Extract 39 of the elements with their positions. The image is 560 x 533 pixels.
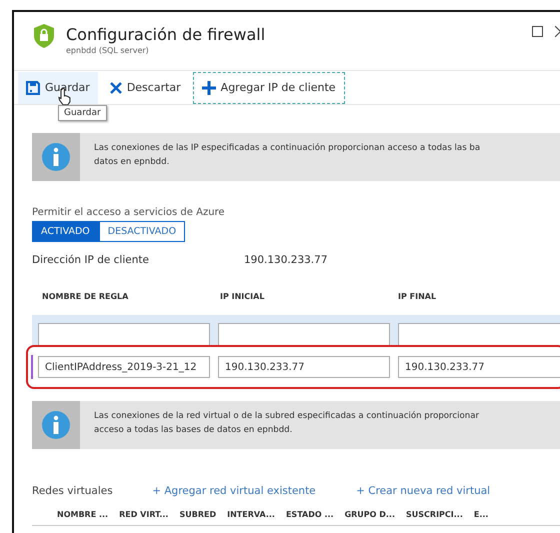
- shield-lock-icon: [34, 24, 54, 48]
- input-field[interactable]: ClientIPAddress_2019-3-21_12: [38, 356, 210, 378]
- plus-icon: [202, 80, 216, 94]
- client-ip-label: Dirección IP de cliente: [32, 254, 150, 266]
- panel-title: Configuración de firewall: [66, 24, 266, 46]
- column-header: IP FINAL: [398, 292, 438, 301]
- column-header: INTERVA...: [227, 510, 275, 519]
- link[interactable]: + Agregar red virtual existente: [152, 485, 356, 497]
- column-header: SUSCRIPCI...: [406, 510, 463, 519]
- column-header: NOMBRE DE REGLA: [42, 292, 130, 301]
- column-header: NOMBRE ...: [57, 510, 108, 519]
- column-header: RED VIRT...: [119, 510, 168, 519]
- info-text: Las conexiones de la red virtual o de la subred especificadas a continuación proporcionar acceso a todas las bases de datos en epnbdd.: [93, 410, 480, 437]
- close-icon: [110, 82, 122, 94]
- column-header: ESTADO ...: [286, 510, 334, 519]
- save-icon: [26, 80, 40, 94]
- column-header: E...: [474, 510, 488, 519]
- info-text: Las conexiones de las IP especificadas a continuación proporcionan acceso a todas las ba datos en epnbdd.: [93, 142, 480, 169]
- toggle-option[interactable]: ACTIVADO: [32, 221, 99, 242]
- column-header: IP INICIAL: [220, 292, 266, 301]
- toolbar-button[interactable]: Agregar IP de cliente: [192, 72, 345, 104]
- virtual-networks-label: Redes virtuales: [32, 485, 114, 497]
- panel-subtitle: epnbdd (SQL server): [66, 46, 150, 55]
- maximize-icon[interactable]: [532, 26, 543, 37]
- toolbar-button[interactable]: Descartar: [102, 72, 189, 104]
- input-field[interactable]: 190.130.233.77: [218, 356, 390, 378]
- azure-access-label: Permitir el acceso a servicios de Azure: [32, 207, 226, 218]
- client-ip-value: 190.130.233.77: [244, 254, 328, 266]
- input-field[interactable]: [218, 323, 390, 345]
- toggle-option[interactable]: DESACTIVADO: [98, 221, 186, 242]
- column-header: SUBRED: [179, 510, 216, 519]
- toolbar-button[interactable]: Guardar: [18, 72, 98, 104]
- input-field[interactable]: [38, 323, 210, 345]
- tooltip: Guardar: [58, 105, 107, 121]
- input-field[interactable]: 190.130.233.77: [398, 356, 560, 378]
- column-header: GRUPO D...: [344, 510, 396, 519]
- info-icon: [41, 410, 71, 440]
- info-icon: [41, 142, 71, 172]
- link[interactable]: + Crear nueva red virtual: [356, 485, 560, 497]
